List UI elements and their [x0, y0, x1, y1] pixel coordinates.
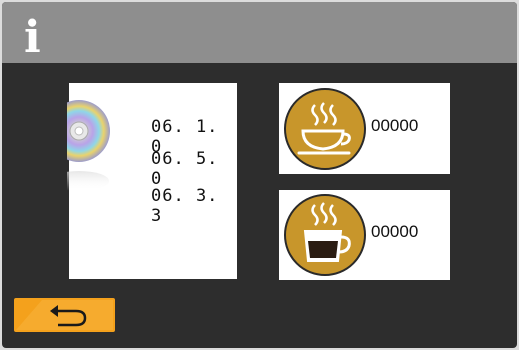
- version-line-2: 06. 5. 0: [151, 149, 219, 189]
- info-screen: i 06. 1. 0 06. 5. 0 06. 3. 3 00000 00000: [2, 2, 517, 348]
- espresso-counter-panel: 00000: [279, 190, 450, 280]
- coffee-counter-panel: 00000: [279, 83, 450, 174]
- version-line-3: 06. 3. 3: [151, 186, 219, 226]
- back-button[interactable]: [14, 298, 115, 332]
- version-panel: 06. 1. 0 06. 5. 0 06. 3. 3: [67, 83, 237, 279]
- espresso-count: 00000: [371, 222, 419, 241]
- coffee-cup-icon: [284, 88, 366, 170]
- disc-icon: [67, 100, 110, 191]
- coffee-count: 00000: [371, 116, 419, 135]
- info-icon: i: [24, 12, 41, 63]
- espresso-cup-icon: [284, 194, 366, 276]
- back-arrow-icon: [16, 300, 113, 330]
- title-bar: i: [2, 2, 517, 63]
